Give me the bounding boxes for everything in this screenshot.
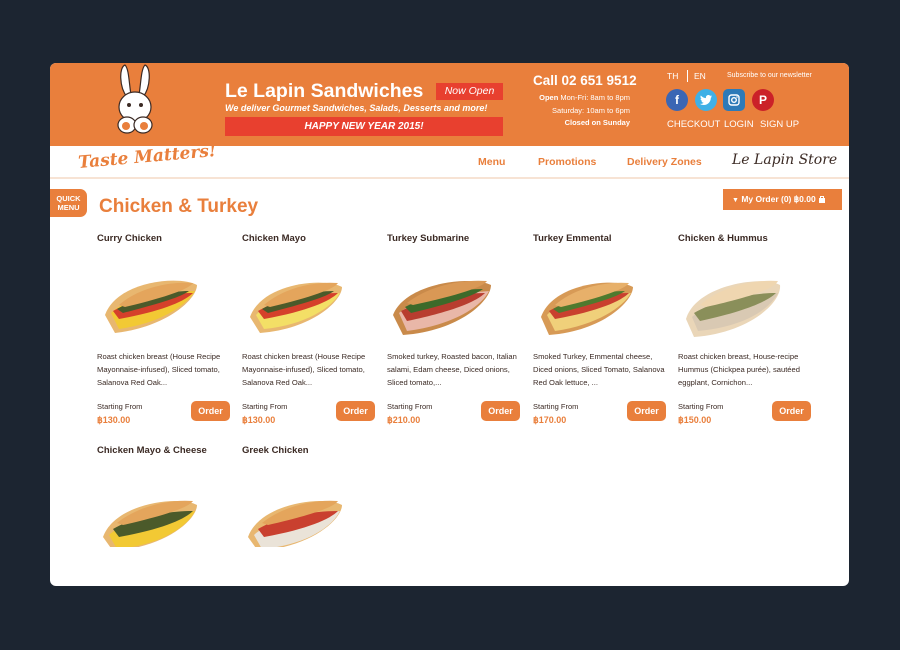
site-header: Le Lapin Sandwiches Now Open We deliver … (50, 63, 849, 146)
quick-menu-button[interactable]: QUICK MENU (50, 189, 87, 217)
nav-menu[interactable]: Menu (478, 156, 505, 168)
brand-title[interactable]: Le Lapin Sandwiches (225, 80, 423, 103)
product-description: Smoked turkey, Roasted bacon, Italian sa… (387, 352, 517, 387)
login-link[interactable]: LOGIN (724, 119, 754, 130)
pinterest-icon[interactable]: P (752, 89, 774, 111)
sandwich-image[interactable] (242, 253, 376, 353)
facebook-icon[interactable]: f (666, 89, 688, 111)
sandwich-image[interactable] (242, 465, 376, 547)
lang-divider (687, 70, 688, 82)
order-button[interactable]: Order (627, 401, 666, 421)
order-button[interactable]: Order (191, 401, 230, 421)
phone-number: Call 02 651 9512 (533, 73, 637, 88)
product-description: Smoked Turkey, Emmental cheese, Diced on… (533, 352, 665, 387)
product-description: Roast chicken breast, House-recipe Hummu… (678, 352, 800, 387)
product-description: Roast chicken breast (House Recipe Mayon… (97, 352, 221, 387)
my-order-button[interactable]: ▼ My Order (0) ฿0.00 (723, 189, 842, 210)
product-name[interactable]: Curry Chicken (97, 233, 162, 244)
hours-weekdays: Mon-Fri: 8am to 8pm (560, 93, 630, 102)
product-price: ฿130.00 (97, 415, 131, 425)
hours-open-label: Open (539, 93, 559, 102)
opening-hours: Open Mon-Fri: 8am to 8pm Saturday: 10am … (533, 92, 630, 130)
lang-th-link[interactable]: TH (667, 71, 678, 81)
order-button[interactable]: Order (336, 401, 375, 421)
hours-sunday: Closed on Sunday (564, 118, 630, 127)
my-order-label: My Order (0) ฿0.00 (741, 194, 816, 204)
starting-from-label: Starting From (533, 402, 579, 411)
sandwich-image[interactable] (387, 253, 521, 353)
starting-from-label: Starting From (97, 402, 143, 411)
product-name[interactable]: Chicken Mayo & Cheese (97, 445, 207, 456)
sandwich-image[interactable] (97, 253, 231, 353)
hours-saturday: Saturday: 10am to 6pm (552, 105, 630, 115)
lang-en-link[interactable]: EN (694, 71, 706, 81)
sandwich-image[interactable] (678, 253, 812, 353)
product-description: Roast chicken breast (House Recipe Mayon… (242, 352, 366, 387)
now-open-badge: Now Open (436, 83, 503, 100)
signup-link[interactable]: SIGN UP (760, 119, 799, 130)
product-price: ฿170.00 (533, 415, 567, 425)
quick-menu-line1: QUICK (56, 194, 81, 203)
product-price: ฿150.00 (678, 415, 712, 425)
twitter-icon[interactable] (695, 89, 717, 111)
product-name[interactable]: Turkey Emmental (533, 233, 612, 244)
caret-down-icon: ▼ (732, 197, 739, 204)
sandwich-image[interactable] (533, 253, 667, 353)
newsletter-link[interactable]: Subscribe to our newsletter (727, 72, 812, 79)
page-title: Chicken & Turkey (99, 196, 259, 217)
quick-menu-line2: MENU (57, 203, 80, 212)
product-price: ฿210.00 (387, 415, 421, 425)
order-button[interactable]: Order (481, 401, 520, 421)
nav-promotions[interactable]: Promotions (538, 156, 596, 168)
nav-delivery-zones[interactable]: Delivery Zones (627, 156, 702, 168)
product-name[interactable]: Chicken Mayo (242, 233, 306, 244)
starting-from-label: Starting From (242, 402, 288, 411)
starting-from-label: Starting From (387, 402, 433, 411)
product-name[interactable]: Turkey Submarine (387, 233, 469, 244)
product-name[interactable]: Chicken & Hummus (678, 233, 768, 244)
instagram-icon[interactable] (723, 89, 745, 111)
checkout-link[interactable]: CHECKOUT (667, 119, 720, 130)
promo-banner[interactable]: HAPPY NEW YEAR 2015! (225, 117, 503, 136)
rabbit-logo-icon[interactable] (105, 63, 165, 139)
sandwich-image[interactable] (97, 465, 231, 547)
order-button[interactable]: Order (772, 401, 811, 421)
store-link[interactable]: Le Lapin Store (732, 152, 837, 168)
browser-window: Le Lapin Sandwiches Now Open We deliver … (50, 63, 849, 586)
basket-icon (818, 194, 826, 204)
product-price: ฿130.00 (242, 415, 276, 425)
starting-from-label: Starting From (678, 402, 724, 411)
hours-weekdays-row: Open Mon-Fri: 8am to 8pm (533, 92, 630, 105)
tagline: We deliver Gourmet Sandwiches, Salads, D… (225, 103, 488, 113)
product-name[interactable]: Greek Chicken (242, 445, 309, 456)
